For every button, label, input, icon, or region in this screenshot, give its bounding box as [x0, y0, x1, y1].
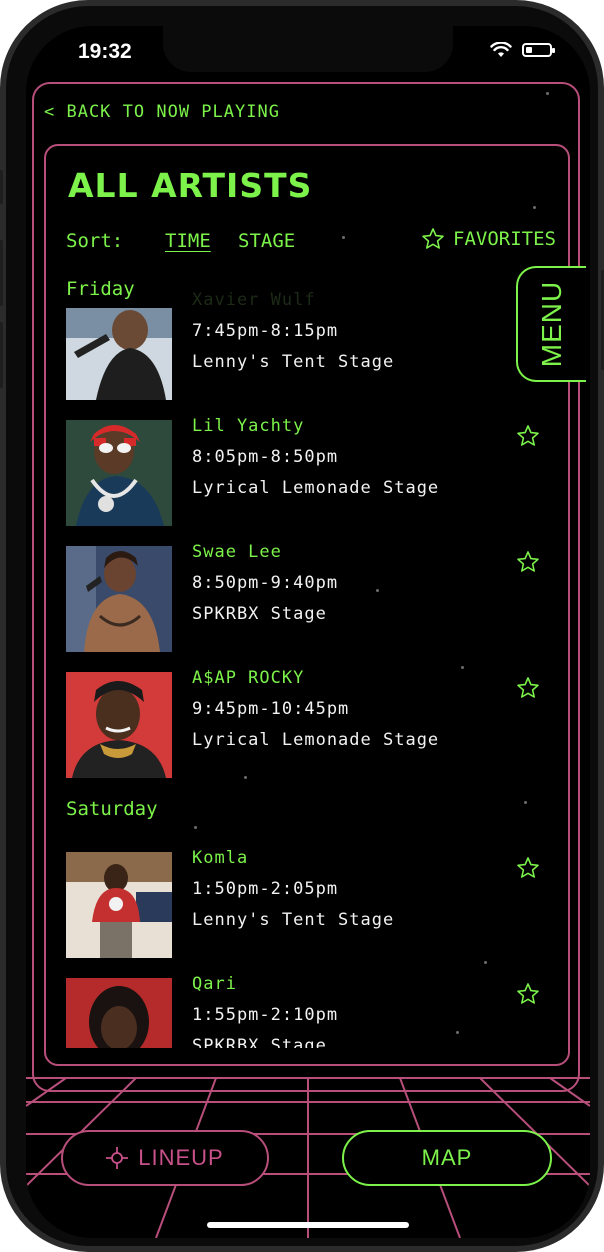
artist-info: Qari 1:55pm-2:10pm SPKRBX Stage [192, 974, 338, 1048]
artist-time: 1:55pm-2:10pm [192, 1005, 339, 1025]
favorites-filter[interactable]: FAVORITES [421, 227, 556, 251]
artist-name: Swae Lee [192, 542, 282, 562]
artist-stage: Lenny's Tent Stage [192, 352, 395, 372]
page-title: ALL ARTISTS [68, 166, 313, 205]
artist-time: 8:05pm-8:50pm [192, 447, 339, 467]
volume-up-button [0, 240, 3, 306]
artist-stage: SPKRBX Stage [192, 1036, 327, 1048]
camera-notch [163, 26, 453, 72]
status-time: 19:32 [78, 40, 132, 63]
artist-stage: Lyrical Lemonade Stage [192, 730, 440, 750]
sort-stage-option[interactable]: STAGE [238, 230, 295, 252]
list-item[interactable]: Xavier Wulf 7:45pm-8:15pm Lenny's Tent S… [66, 290, 546, 420]
sort-time-option[interactable]: TIME [165, 230, 211, 252]
day-header-saturday: Saturday [66, 798, 158, 820]
list-item[interactable]: Lil Yachty 8:05pm-8:50pm Lyrical Lemonad… [66, 416, 546, 546]
artist-name: Xavier Wulf [192, 290, 316, 310]
artist-photo [66, 308, 172, 400]
artist-photo [66, 420, 172, 526]
favorites-label: FAVORITES [453, 228, 556, 250]
artist-list: Friday Xavier Wulf 7:45pm-8:15pm Lenny's… [66, 278, 546, 1048]
artist-info: Swae Lee 8:50pm-9:40pm SPKRBX Stage [192, 542, 338, 635]
phone-bezel: 19:32 < BACK TO NOW PLAYING ALL ARTISTS … [6, 6, 598, 1246]
artist-info: Komla 1:50pm-2:05pm Lenny's Tent Stage [192, 848, 394, 941]
favorite-star-icon[interactable] [516, 424, 540, 448]
menu-tab-button[interactable]: MENU [516, 266, 586, 382]
artist-photo [66, 978, 172, 1048]
list-item[interactable]: Komla 1:50pm-2:05pm Lenny's Tent Stage [66, 848, 546, 978]
artist-stage: Lenny's Tent Stage [192, 910, 395, 930]
sort-label: Sort: [66, 230, 124, 252]
battery-icon [522, 43, 555, 57]
artist-photo [66, 852, 172, 958]
artist-time: 7:45pm-8:15pm [192, 321, 339, 341]
artist-time: 8:50pm-9:40pm [192, 573, 339, 593]
map-label: MAP [421, 1145, 473, 1170]
lineup-label: LINEUP [138, 1145, 224, 1170]
artist-time: 1:50pm-2:05pm [192, 879, 339, 899]
home-indicator[interactable] [207, 1222, 409, 1228]
artist-info: A$AP ROCKY 9:45pm-10:45pm Lyrical Lemona… [192, 668, 439, 761]
lineup-tab-button[interactable]: LINEUP [61, 1130, 269, 1186]
artist-name: A$AP ROCKY [192, 668, 305, 688]
artist-name: Komla [192, 848, 249, 868]
artist-info: Xavier Wulf 7:45pm-8:15pm Lenny's Tent S… [192, 290, 394, 383]
wifi-icon [490, 42, 512, 57]
back-to-now-playing-link[interactable]: < BACK TO NOW PLAYING [44, 102, 280, 122]
favorite-star-icon[interactable] [516, 856, 540, 880]
artists-panel: ALL ARTISTS Sort: TIME STAGE FAVORITES F… [44, 144, 570, 1066]
favorite-star-icon[interactable] [516, 550, 540, 574]
artist-stage: SPKRBX Stage [192, 604, 327, 624]
list-item[interactable]: Swae Lee 8:50pm-9:40pm SPKRBX Stage [66, 542, 546, 672]
list-item[interactable]: A$AP ROCKY 9:45pm-10:45pm Lyrical Lemona… [66, 668, 546, 798]
map-tab-button[interactable]: MAP [342, 1130, 552, 1186]
artist-info: Lil Yachty 8:05pm-8:50pm Lyrical Lemonad… [192, 416, 439, 509]
status-icons [490, 42, 555, 58]
artist-photo [66, 546, 172, 652]
menu-tab-label: MENU [536, 280, 567, 368]
phone-frame: 19:32 < BACK TO NOW PLAYING ALL ARTISTS … [0, 0, 604, 1252]
artist-stage: Lyrical Lemonade Stage [192, 478, 440, 498]
volume-down-button [0, 322, 3, 388]
list-item[interactable]: Qari 1:55pm-2:10pm SPKRBX Stage [66, 974, 546, 1048]
artist-time: 9:45pm-10:45pm [192, 699, 350, 719]
artist-name: Lil Yachty [192, 416, 305, 436]
artist-photo [66, 672, 172, 778]
artist-name: Qari [192, 974, 237, 994]
favorite-star-icon[interactable] [516, 982, 540, 1006]
favorite-star-icon[interactable] [516, 676, 540, 700]
mute-switch [0, 170, 3, 204]
crosshair-icon [106, 1147, 129, 1169]
screen: 19:32 < BACK TO NOW PLAYING ALL ARTISTS … [26, 26, 590, 1238]
star-outline-icon [422, 228, 444, 249]
